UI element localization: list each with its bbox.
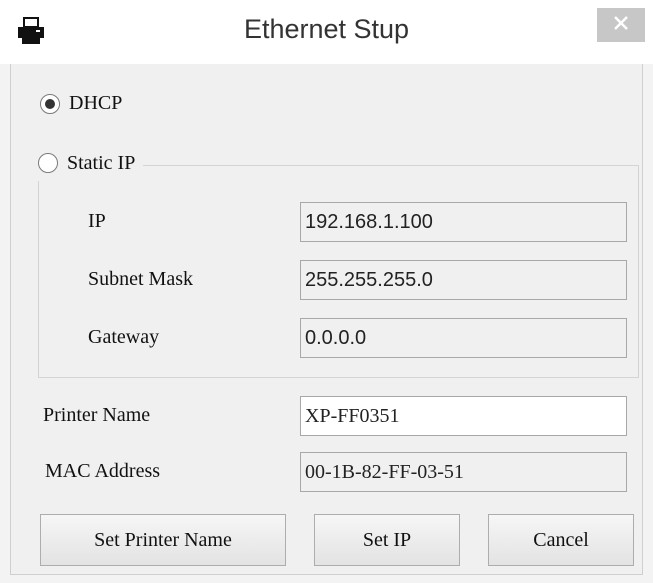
static-ip-label: Static IP (67, 151, 136, 174)
gateway-label: Gateway (88, 326, 160, 348)
close-icon (613, 15, 629, 36)
printer-name-input[interactable]: XP-FF0351 (300, 396, 627, 436)
subnet-mask-label: Subnet Mask (88, 268, 193, 290)
set-ip-button[interactable]: Set IP (314, 514, 460, 566)
dhcp-label: DHCP (69, 92, 123, 114)
ip-field[interactable]: 192.168.1.100 (300, 202, 627, 242)
static-ip-radio[interactable] (38, 153, 58, 173)
set-printer-name-button[interactable]: Set Printer Name (40, 514, 286, 566)
close-button[interactable] (597, 8, 645, 42)
window-title: Ethernet Stup (243, 14, 410, 44)
cancel-button[interactable]: Cancel (488, 514, 634, 566)
dhcp-radio[interactable] (40, 93, 60, 114)
subnet-mask-field[interactable]: 255.255.255.0 (300, 260, 627, 300)
static-ip-radio-option[interactable]: Static IP (32, 145, 144, 181)
dhcp-radio-option[interactable]: DHCP (40, 92, 122, 115)
ip-label: IP (88, 210, 106, 232)
mac-address-field: 00-1B-82-FF-03-51 (300, 452, 627, 492)
title-bar: Ethernet Stup (0, 0, 653, 64)
mac-address-label: MAC Address (45, 460, 161, 482)
ethernet-setup-dialog: Ethernet Stup DHCP Static IP IP 192.168.… (0, 0, 653, 583)
radio-selected-dot (45, 98, 55, 109)
printer-name-label: Printer Name (43, 404, 151, 426)
gateway-field[interactable]: 0.0.0.0 (300, 318, 627, 358)
